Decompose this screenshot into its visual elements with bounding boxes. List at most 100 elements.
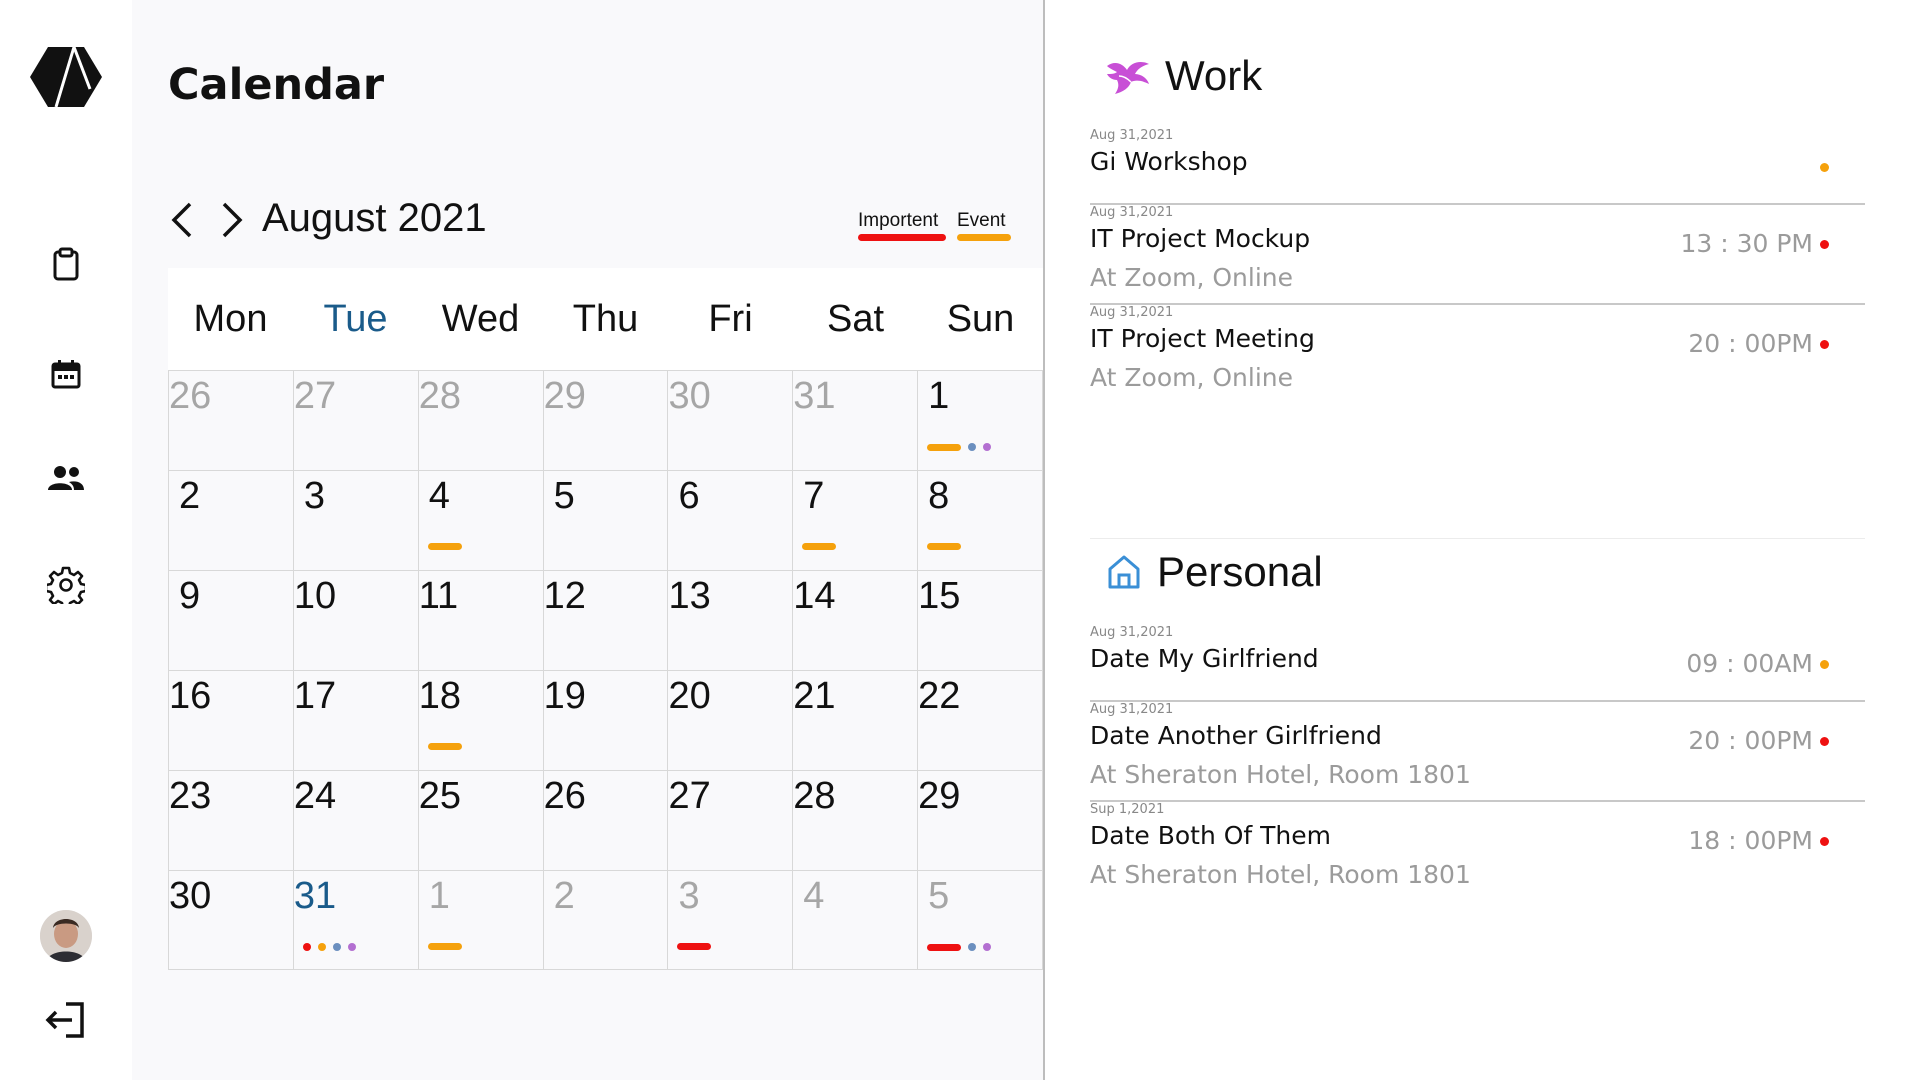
calendar-week: 16 17 18 19 20 21 22	[169, 670, 1044, 770]
calendar-day[interactable]: 10	[294, 571, 419, 670]
day-number: 2	[553, 875, 575, 917]
prev-month-button[interactable]	[162, 198, 202, 242]
nav-clipboard[interactable]	[44, 242, 88, 286]
weekday-6: Sun	[946, 298, 1015, 340]
day-event-markers	[802, 543, 837, 550]
nav-calendar[interactable]	[44, 352, 88, 396]
calendar-day[interactable]: 4	[419, 471, 544, 570]
day-number: 29	[918, 775, 961, 817]
blue-dot-marker	[968, 943, 977, 951]
avatar-photo-icon	[40, 910, 92, 962]
work-event-item[interactable]: Aug 31,2021 IT Project Mockup At Zoom, Onl…	[1090, 205, 1865, 292]
nav-people[interactable]	[44, 456, 88, 500]
calendar-day[interactable]: 26	[169, 371, 294, 470]
calendar-day[interactable]: 5	[544, 471, 669, 570]
calendar-day[interactable]: 2	[544, 871, 669, 969]
calendar-day[interactable]: 17	[294, 671, 419, 770]
people-icon	[48, 466, 84, 490]
calendar-day[interactable]: 29	[544, 371, 669, 470]
calendar-day[interactable]: 4	[793, 871, 919, 969]
calendar-day[interactable]: 3	[668, 871, 794, 969]
calendar-day[interactable]: 6	[668, 471, 794, 570]
day-number: 21	[793, 675, 836, 717]
calendar-day[interactable]: 8	[918, 471, 1044, 570]
day-number: 28	[418, 375, 461, 417]
day-number: 7	[803, 475, 825, 517]
calendar-day[interactable]: 1	[918, 371, 1044, 470]
calendar-day[interactable]: 24	[294, 771, 419, 870]
calendar-day[interactable]: 9	[169, 571, 294, 670]
event-date: Aug 31,2021	[1090, 128, 1174, 143]
calendar-week: 2 3 4 5 6 7 8	[169, 470, 1044, 570]
calendar-day[interactable]: 27	[668, 771, 794, 870]
user-avatar[interactable]	[40, 910, 92, 962]
day-number: 25	[418, 775, 461, 817]
event-location: At Zoom, Online	[1090, 263, 1294, 292]
event-priority-dot	[1820, 837, 1829, 846]
weekday-1: Tue	[323, 298, 388, 340]
app-logo-icon[interactable]	[30, 45, 102, 109]
personal-event-item[interactable]: Aug 31,2021 Date Another Girlfriend At She…	[1090, 702, 1865, 789]
day-number: 10	[293, 575, 337, 617]
event-date: Aug 31,2021	[1090, 205, 1174, 220]
calendar-day[interactable]: 15	[918, 571, 1044, 670]
day-event-markers	[427, 543, 462, 550]
calendar-day[interactable]: 21	[793, 671, 919, 770]
calendar-day[interactable]: 26	[544, 771, 669, 870]
calendar-day[interactable]: 20	[668, 671, 794, 770]
day-number: 5	[553, 475, 575, 517]
day-event-markers	[302, 943, 356, 951]
day-number: 27	[293, 375, 337, 417]
event-time: 20 : 00PM	[1688, 726, 1813, 755]
nav-settings[interactable]	[44, 563, 88, 607]
event-date: Aug 31,2021	[1090, 702, 1174, 717]
personal-event-item[interactable]: Sup 1,2021 Date Both Of Them At Sheraton H…	[1090, 802, 1865, 889]
calendar-week: 26 27 28 29 30 31 1	[169, 370, 1044, 470]
calendar-day[interactable]: 25	[419, 771, 544, 870]
calendar-day[interactable]: 30	[668, 371, 794, 470]
calendar-icon	[51, 360, 81, 389]
phoenix-icon	[1107, 62, 1149, 94]
day-number: 17	[293, 675, 337, 717]
calendar-day[interactable]: 7	[793, 471, 919, 570]
calendar-day[interactable]: 31	[793, 371, 919, 470]
calendar-day[interactable]: 29	[918, 771, 1044, 870]
calendar-day[interactable]: 12	[544, 571, 669, 670]
next-month-button[interactable]	[212, 198, 252, 242]
event-location: At Sheraton Hotel, Room 1801	[1090, 760, 1471, 789]
calendar-day[interactable]: 1	[419, 871, 544, 969]
calendar-day[interactable]: 2	[169, 471, 294, 570]
day-number: 23	[169, 775, 212, 817]
calendar-day[interactable]: 28	[793, 771, 919, 870]
work-event-item[interactable]: Aug 31,2021 Gi Workshop	[1090, 128, 1865, 176]
event-priority-dot	[1820, 340, 1829, 349]
logout-button[interactable]	[44, 1000, 88, 1044]
calendar-day[interactable]: 31	[294, 871, 419, 969]
calendar-day[interactable]: 18	[419, 671, 544, 770]
calendar-day[interactable]: 14	[793, 571, 919, 670]
day-number: 26	[543, 775, 586, 817]
agenda-panel: Work Aug 31,2021 Gi Workshop Aug 31,2021 IT…	[1045, 0, 1920, 1080]
calendar-day[interactable]: 13	[668, 571, 794, 670]
calendar-day[interactable]: 30	[169, 871, 294, 969]
calendar-day[interactable]: 5	[918, 871, 1044, 969]
calendar-day[interactable]: 27	[294, 371, 419, 470]
day-number: 4	[428, 475, 450, 517]
page-title: Calendar	[168, 60, 385, 110]
legend-important-label: Importent	[858, 210, 939, 231]
work-event-item[interactable]: Aug 31,2021 IT Project Meeting At Zoom, On…	[1090, 305, 1865, 392]
calendar-day[interactable]: 22	[918, 671, 1044, 770]
calendar-day[interactable]: 11	[419, 571, 544, 670]
day-number: 5	[928, 875, 950, 917]
calendar-day[interactable]: 16	[169, 671, 294, 770]
calendar-day[interactable]: 19	[544, 671, 669, 770]
important-bar-marker	[677, 943, 712, 950]
weekday-3: Thu	[572, 298, 639, 340]
personal-event-item[interactable]: Aug 31,2021 Date My Girlfriend 09 : 00AM	[1090, 625, 1865, 678]
calendar-day[interactable]: 23	[169, 771, 294, 870]
calendar-day[interactable]: 3	[294, 471, 419, 570]
red-dot-marker	[302, 943, 311, 951]
event-bar-marker	[927, 543, 962, 550]
calendar-day[interactable]: 28	[419, 371, 544, 470]
event-priority-dot	[1820, 660, 1829, 669]
